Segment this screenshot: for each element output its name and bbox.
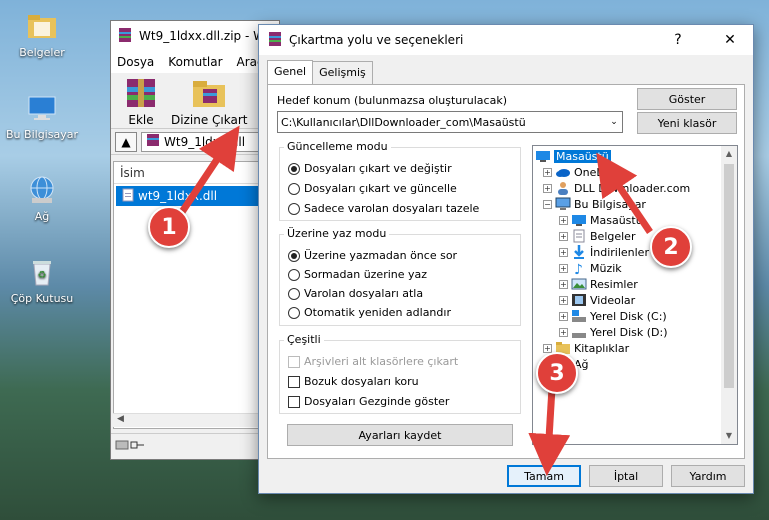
arrow-to-extract-button <box>177 125 240 217</box>
step-badge-2: 2 <box>650 226 692 268</box>
step-badge-1: 1 <box>148 206 190 248</box>
arrow-to-desktop-node <box>596 152 653 234</box>
arrow-to-ok-button <box>528 387 571 476</box>
step-badge-3: 3 <box>536 352 578 394</box>
tab-genel[interactable]: Genel <box>267 60 314 84</box>
